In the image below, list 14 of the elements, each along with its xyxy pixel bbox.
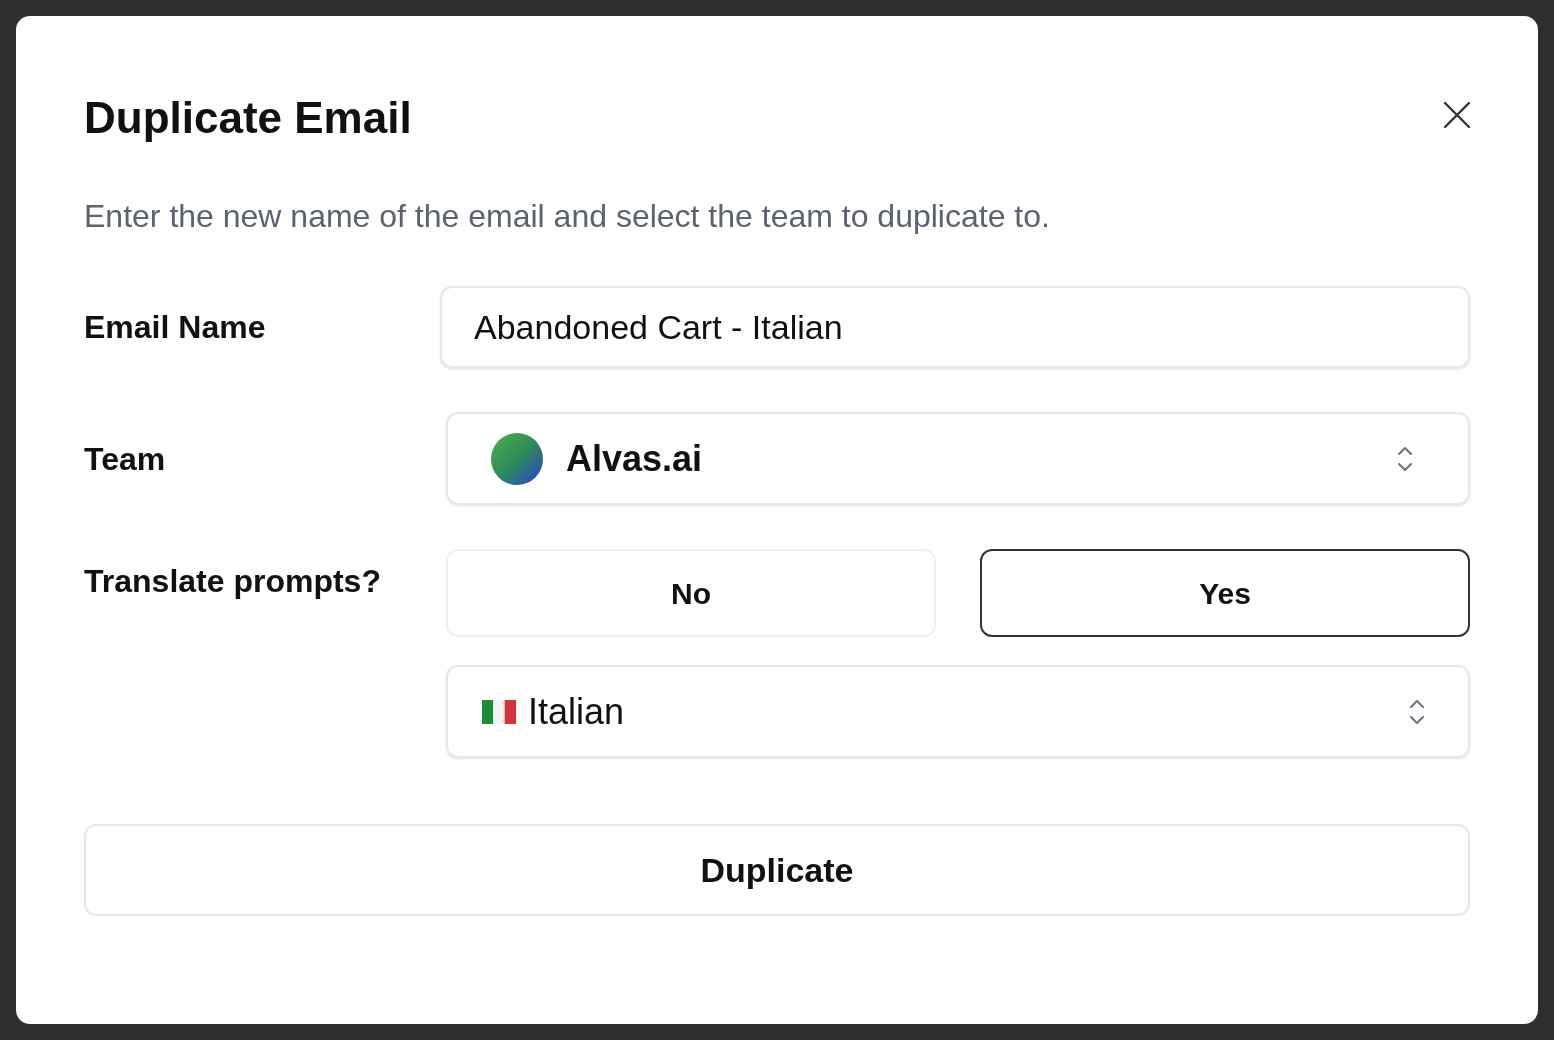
team-select[interactable]: Alvas.ai [446, 412, 1470, 505]
dialog-title: Duplicate Email [84, 92, 412, 144]
team-avatar-icon [490, 431, 544, 486]
flag-icon [482, 699, 516, 724]
option-button[interactable]: Yes [980, 549, 1470, 637]
field-label: Email Name [84, 308, 267, 347]
field-label: Translate prompts? [84, 562, 382, 601]
field-label: Team [84, 439, 167, 479]
language-select[interactable]: Italian [446, 665, 1470, 758]
option-button[interactable]: No [446, 549, 936, 637]
email-name-input[interactable]: Abandoned Cart - Italian [440, 286, 1470, 368]
dialog-description: Enter the new name of the email and select the team to duplicate to. [84, 197, 1051, 236]
duplicate-button[interactable]: Duplicate [84, 824, 1470, 916]
close-icon [1442, 100, 1472, 130]
